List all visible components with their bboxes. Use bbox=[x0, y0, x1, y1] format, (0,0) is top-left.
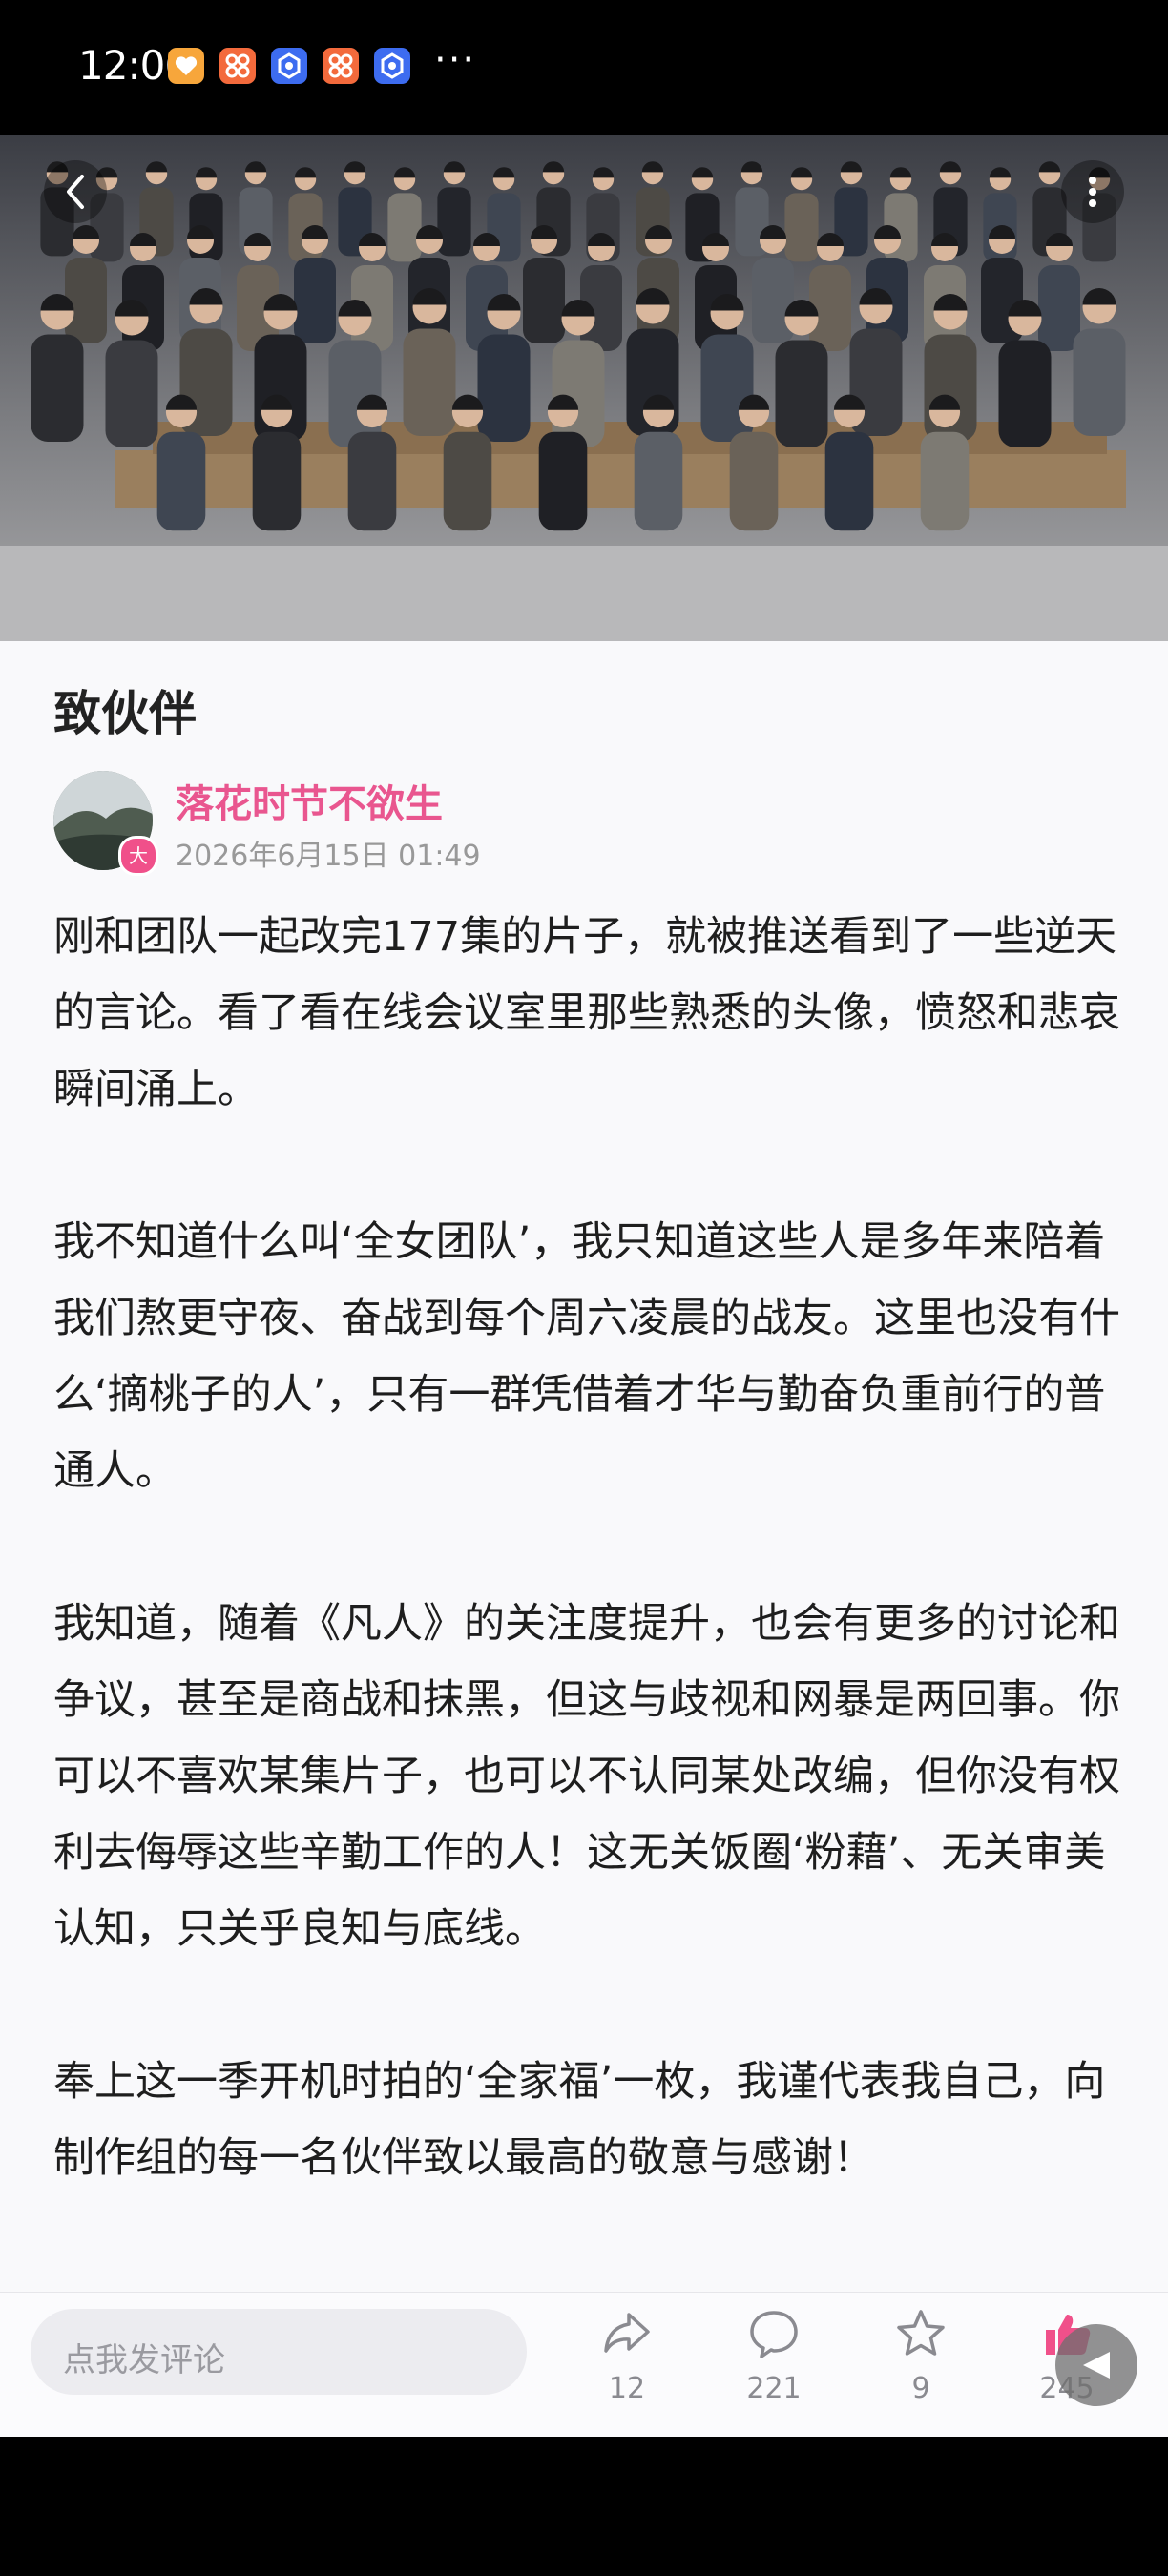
post-paragraph: 我不知道什么叫‘全女团队’，我只知道这些人是多年来陪着我们熬更守夜、奋战到每个周… bbox=[53, 1218, 1120, 1495]
favorite-button[interactable]: 9 bbox=[864, 2301, 978, 2416]
share-button[interactable]: 12 bbox=[570, 2301, 684, 2416]
share-icon bbox=[604, 2313, 650, 2353]
star-icon bbox=[897, 2310, 945, 2356]
heart-app-icon bbox=[168, 48, 204, 84]
comment-bubble-icon bbox=[750, 2311, 798, 2358]
comment-count: 221 bbox=[746, 2372, 802, 2405]
flower-app-icon bbox=[271, 48, 307, 84]
share-count: 12 bbox=[608, 2372, 646, 2405]
system-navigation-bar bbox=[0, 2437, 1168, 2576]
arrow-icon bbox=[1083, 2352, 1110, 2379]
post-paragraph: 我知道，随着《凡人》的关注度提升，也会有更多的讨论和争议，甚至是商战和抹黑，但这… bbox=[53, 1600, 1120, 1953]
more-menu-button[interactable] bbox=[1061, 160, 1124, 223]
verified-badge: 大 bbox=[118, 836, 158, 876]
post-body: 刚和团队一起改完177集的片子，就被推送看到了一些逆天的言论。看了看在线会议室里… bbox=[53, 899, 1122, 2273]
post-paragraph: 奉上这一季开机时拍的‘全家福’一枚，我谨代表我自己，向制作组的每一名伙伴致以最高… bbox=[53, 2058, 1106, 2182]
flower-app-icon bbox=[374, 48, 410, 84]
comment-button[interactable]: 221 bbox=[717, 2301, 831, 2416]
chevron-left-icon bbox=[67, 175, 84, 209]
floating-action-button[interactable] bbox=[1055, 2324, 1137, 2406]
favorite-count: 9 bbox=[911, 2372, 930, 2405]
status-overflow: ··· bbox=[434, 38, 477, 82]
group-photo[interactable] bbox=[0, 135, 1168, 641]
grid-app-icon bbox=[323, 48, 359, 84]
post-title: 致伙伴 bbox=[53, 686, 197, 741]
status-bar: 12:06 ··· bbox=[0, 0, 1168, 135]
author-name[interactable]: 落花时节不欲生 bbox=[176, 773, 443, 828]
vertical-dots-icon bbox=[1089, 177, 1096, 207]
back-button[interactable] bbox=[44, 160, 107, 223]
comment-placeholder: 点我发评论 bbox=[63, 2341, 225, 2379]
post-paragraph: 刚和团队一起改完177集的片子，就被推送看到了一些逆天的言论。看了看在线会议室里… bbox=[53, 913, 1120, 1113]
grid-app-icon bbox=[219, 48, 256, 84]
post-date: 2026年6月15日 01:49 bbox=[176, 840, 481, 873]
